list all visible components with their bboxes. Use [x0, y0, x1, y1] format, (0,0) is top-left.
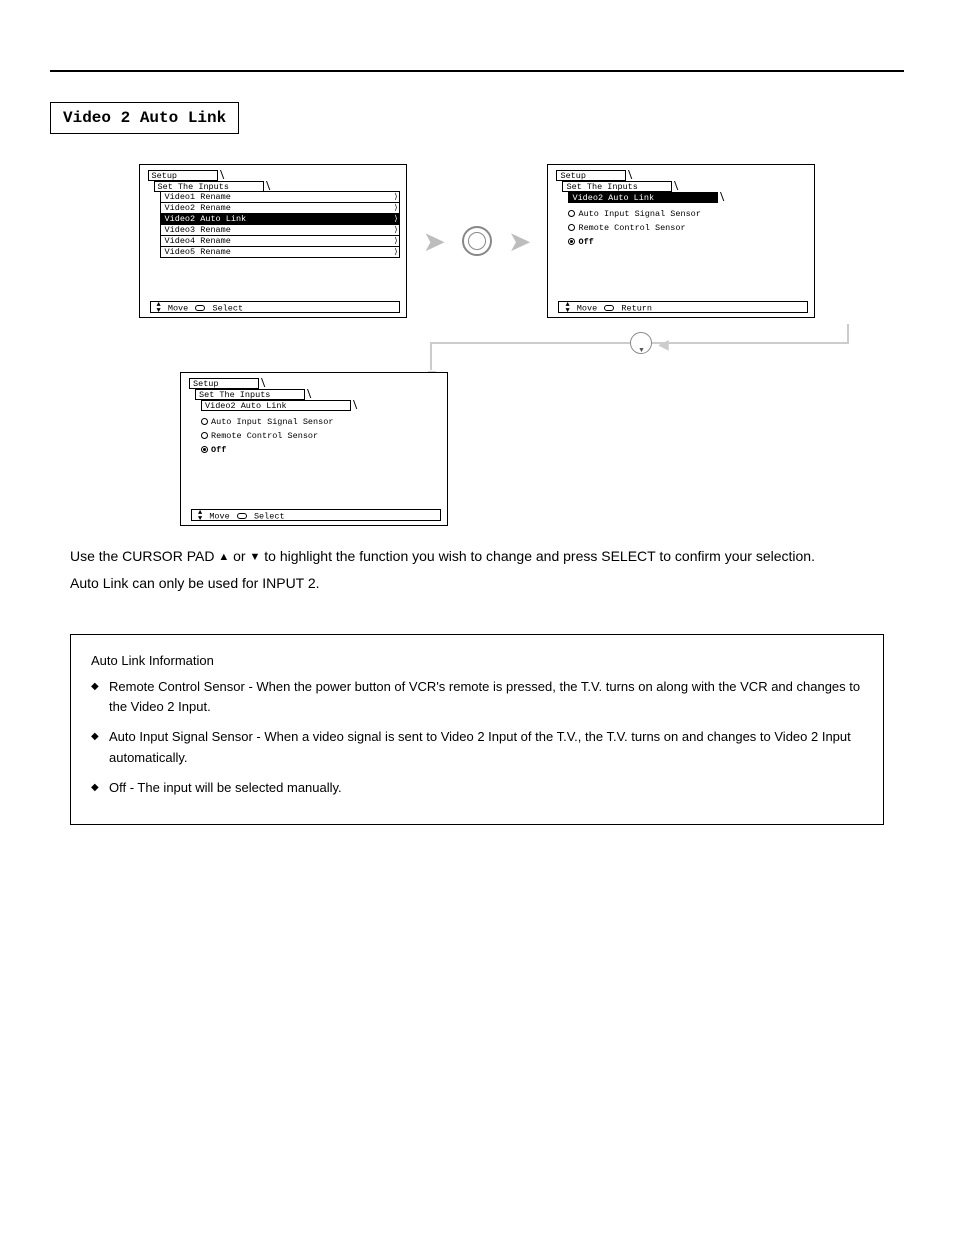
footer-action: Select: [212, 303, 243, 313]
info-title: Auto Link Information: [91, 651, 863, 671]
radio-option: Remote Control Sensor: [201, 431, 333, 441]
radio-option: Remote Control Sensor: [568, 223, 700, 233]
arrow-left-icon: ◀: [658, 336, 669, 353]
triangle-up-icon: ▲: [218, 551, 229, 563]
footer-action: Select: [254, 511, 285, 521]
body-text: Use the CURSOR PAD ▲ or ▼ to highlight t…: [50, 546, 904, 594]
tab-setup: Setup: [189, 378, 259, 389]
menu-screen-2: Setup Set The Inputs Video2 Auto Link Au…: [547, 164, 815, 318]
radio-icon: [201, 446, 208, 453]
tab-setup: Setup: [556, 170, 626, 181]
radio-option: Auto Input Signal Sensor: [201, 417, 333, 427]
triangle-down-icon: ▼: [249, 551, 260, 563]
footer-bar: ▲▼ Move Select: [150, 301, 400, 313]
arrow-right-icon: ➤: [508, 225, 531, 258]
tab-setup: Setup: [148, 170, 218, 181]
section-title: Video 2 Auto Link: [50, 102, 239, 134]
footer-move: Move: [168, 303, 188, 313]
select-button-icon: [462, 226, 492, 256]
down-button-icon: [630, 332, 652, 354]
radio-label: Remote Control Sensor: [211, 431, 318, 441]
select-oval-icon: [604, 305, 614, 311]
tab-video2-autolink: Video2 Auto Link: [568, 192, 718, 203]
footer-bar: ▲▼ Move Return: [558, 301, 808, 313]
footer-move: Move: [209, 511, 229, 521]
arrow-right-icon: ➤: [423, 225, 446, 258]
menu-item: Video5 Rename⟩: [160, 246, 400, 258]
radio-icon: [568, 210, 575, 217]
select-oval-icon: [237, 513, 247, 519]
menu-screen-3: Setup Set The Inputs Video2 Auto Link Au…: [180, 372, 448, 526]
radio-icon: [568, 238, 575, 245]
radio-list: Auto Input Signal Sensor Remote Control S…: [568, 209, 700, 251]
updown-icon: ▲▼: [157, 302, 161, 314]
tab-set-inputs: Set The Inputs: [195, 389, 305, 400]
footer-action: Return: [621, 303, 652, 313]
info-bullet: Auto Input Signal Sensor - When a video …: [91, 727, 863, 767]
info-bullet: Off - The input will be selected manuall…: [91, 778, 863, 798]
menu-list: Video1 Rename⟩Video2 Rename⟩Video2 Auto …: [160, 192, 400, 258]
flow-row-2: Setup Set The Inputs Video2 Auto Link Au…: [180, 372, 904, 526]
tab-video2-autolink: Video2 Auto Link: [201, 400, 351, 411]
select-oval-icon: [195, 305, 205, 311]
radio-option: Off: [201, 445, 333, 455]
footer-bar: ▲▼ Move Select: [191, 509, 441, 521]
auto-link-info-block: Auto Link Information Remote Control Sen…: [70, 634, 884, 825]
info-bullet: Remote Control Sensor - When the power b…: [91, 677, 863, 717]
top-rule: [50, 70, 904, 72]
radio-label: Off: [578, 237, 593, 247]
updown-icon: ▲▼: [198, 510, 202, 522]
radio-icon: [568, 224, 575, 231]
radio-label: Auto Input Signal Sensor: [578, 209, 700, 219]
chevron-right-icon: ⟩: [394, 248, 397, 258]
tab-set-inputs: Set The Inputs: [562, 181, 672, 192]
flow-connector: ▼ ◀: [180, 324, 954, 362]
p2b: 2.: [308, 575, 320, 591]
radio-label: Remote Control Sensor: [578, 223, 685, 233]
footer-move: Move: [577, 303, 597, 313]
instruction-p1: Use the CURSOR PAD ▲ or ▼ to highlight t…: [70, 546, 884, 567]
radio-list: Auto Input Signal Sensor Remote Control S…: [201, 417, 333, 459]
radio-icon: [201, 418, 208, 425]
instruction-p2: Auto Link can only be used for INPUT 2.: [70, 573, 884, 594]
updown-icon: ▲▼: [565, 302, 569, 314]
radio-label: Off: [211, 445, 226, 455]
radio-icon: [201, 432, 208, 439]
menu-screen-1: Setup Set The Inputs Video1 Rename⟩Video…: [139, 164, 407, 318]
flow-row-1: Setup Set The Inputs Video1 Rename⟩Video…: [50, 164, 904, 318]
radio-label: Auto Input Signal Sensor: [211, 417, 333, 427]
info-bullets: Remote Control Sensor - When the power b…: [91, 677, 863, 798]
radio-option: Auto Input Signal Sensor: [568, 209, 700, 219]
radio-option: Off: [568, 237, 700, 247]
p2a: Auto Link can only be used for INPUT: [70, 575, 304, 591]
